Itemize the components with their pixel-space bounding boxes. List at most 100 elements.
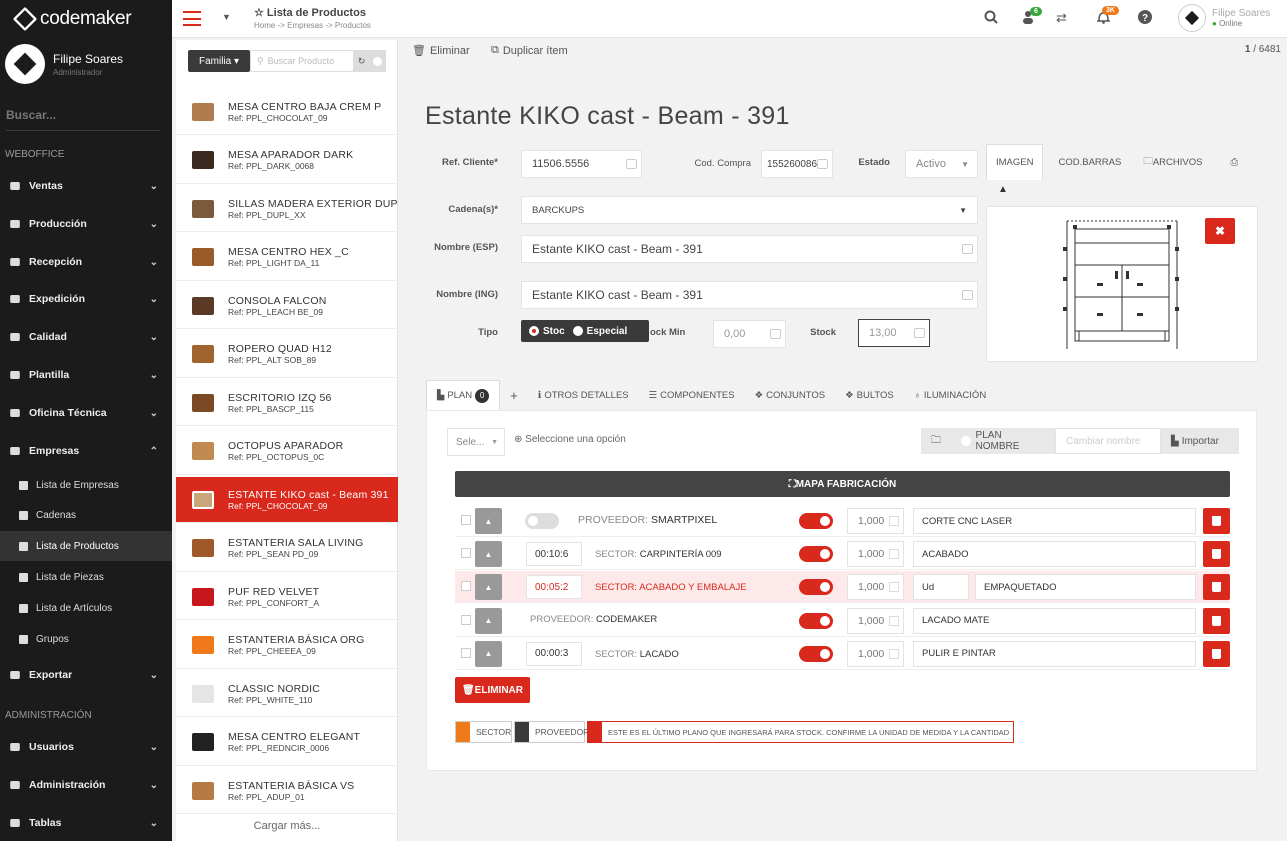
move-up-button[interactable]: ▲ bbox=[475, 541, 502, 568]
list-item[interactable]: ROPERO QUAD H12 Ref: PPL_ALT SOB_89 bbox=[176, 332, 398, 378]
duplicate-item-button[interactable]: ⧉ Duplicar ítem bbox=[491, 44, 568, 57]
importar-button[interactable]: ▙ Importar bbox=[1161, 428, 1239, 454]
list-item[interactable]: ESTANTERIA SALA LIVING Ref: PPL_SEAN PD_0… bbox=[176, 526, 398, 572]
move-up-button[interactable]: ▲ bbox=[475, 508, 502, 534]
list-item[interactable]: OCTOPUS APARADOR Ref: PPL_OCTOPUS_0C bbox=[176, 429, 398, 475]
list-item[interactable]: ESTANTERIA BÁSICA ORG Ref: PPL_CHEEEA_09 bbox=[176, 623, 398, 669]
delete-row-button[interactable] bbox=[1203, 508, 1230, 534]
row-active-toggle[interactable] bbox=[799, 546, 833, 563]
time-field[interactable]: 00:00:3 bbox=[526, 641, 582, 666]
delete-row-button[interactable] bbox=[1203, 574, 1230, 601]
sidebar-item-exportar[interactable]: Exportar ⌄ bbox=[0, 658, 172, 692]
quantity-field[interactable]: 1,000 bbox=[847, 541, 904, 568]
exchange-icon[interactable]: ⇄ bbox=[1056, 10, 1067, 26]
plan-select[interactable]: Sele... ▼ bbox=[447, 428, 505, 456]
list-item[interactable]: CLASSIC NORDIC Ref: PPL_WHITE_110 bbox=[176, 671, 398, 717]
tab-archivos[interactable]: 🗀 ARCHIVOS bbox=[1134, 144, 1211, 180]
sidebar-item-plantilla[interactable]: Plantilla ⌄ bbox=[0, 358, 172, 392]
sidebar-item-calidad[interactable]: Calidad ⌄ bbox=[0, 320, 172, 354]
list-item[interactable]: MESA APARADOR DARK Ref: PPL_DARK_0068 bbox=[176, 138, 398, 184]
delete-row-button[interactable] bbox=[1203, 607, 1230, 634]
estado-select[interactable]: Activo ▼ bbox=[905, 150, 978, 178]
list-item[interactable]: CONSOLA FALCON Ref: PPL_LEACH BE_09 bbox=[176, 283, 398, 329]
cambiar-nombre-input[interactable]: Cambiar nombre bbox=[1055, 428, 1161, 454]
time-field[interactable]: 00:10:6 bbox=[526, 542, 582, 567]
description-field[interactable]: LACADO MATE bbox=[913, 607, 1196, 634]
app-logo[interactable]: codemaker bbox=[0, 0, 172, 38]
quantity-field[interactable]: 1,000 bbox=[847, 640, 904, 667]
list-item[interactable]: ESTANTERIA BÁSICA VS Ref: PPL_ADUP_01 bbox=[176, 768, 398, 814]
quantity-field[interactable]: 1,000 bbox=[847, 508, 904, 534]
quantity-field[interactable]: 1,000 bbox=[847, 607, 904, 634]
list-item[interactable]: MESA CENTRO HEX _C Ref: PPL_LIGHT DA_11 bbox=[176, 235, 398, 281]
description-field[interactable]: ACABADO bbox=[913, 541, 1196, 568]
load-more-link[interactable]: Cargar más... bbox=[176, 820, 398, 832]
row-checkbox[interactable] bbox=[461, 647, 471, 658]
row-active-toggle[interactable] bbox=[799, 513, 833, 529]
eliminar-button[interactable]: 🗑 ELIMINAR bbox=[455, 677, 530, 703]
sidebar-item-recepcion[interactable]: Recepción ⌄ bbox=[0, 245, 172, 279]
row-active-toggle[interactable] bbox=[799, 579, 833, 596]
tab-bultos[interactable]: ❖ BULTOS bbox=[835, 380, 904, 410]
list-item[interactable]: MESA CENTRO BAJA CREM P Ref: PPL_CHOCOLAT… bbox=[176, 89, 398, 135]
row-active-toggle[interactable] bbox=[799, 612, 833, 629]
tab-componentes[interactable]: ☰ COMPONENTES bbox=[639, 380, 745, 410]
tab-cod-barras[interactable]: COD.BARRAS bbox=[1049, 144, 1130, 180]
tab-imagen[interactable]: IMAGEN bbox=[986, 144, 1044, 180]
unit-field[interactable]: Ud bbox=[913, 574, 969, 601]
sidebar-sub-lista-piezas[interactable]: Lista de Piezas bbox=[0, 562, 172, 592]
tab-add[interactable]: + bbox=[500, 380, 528, 410]
topbar-user-menu[interactable]: Filipe Soares ● Online bbox=[1178, 4, 1270, 32]
sidebar-item-produccion[interactable]: Producción ⌄ bbox=[0, 207, 172, 241]
breadcrumb[interactable]: Home -> Empresas -> Productos bbox=[254, 21, 371, 30]
nombre-ing-field[interactable]: Estante KIKO cast - Beam - 391 bbox=[521, 281, 978, 309]
delete-row-button[interactable] bbox=[1203, 541, 1230, 568]
move-up-button[interactable]: ▲ bbox=[475, 607, 502, 634]
cod-compra-field[interactable]: 155260086 bbox=[761, 150, 833, 178]
stock-min-field[interactable]: 0,00 bbox=[713, 320, 786, 348]
list-item[interactable]: ESTANTE KIKO cast - Beam 391 Ref: PPL_CHO… bbox=[176, 477, 398, 523]
cadena-select[interactable]: BARCKUPS ▼ bbox=[521, 196, 978, 224]
provider-toggle[interactable] bbox=[525, 513, 559, 529]
sidebar-sub-lista-empresas[interactable]: Lista de Empresas bbox=[0, 470, 172, 500]
description-field[interactable]: EMPAQUETADO bbox=[975, 574, 1196, 601]
tab-conjuntos[interactable]: ❖ CONJUNTOS bbox=[745, 380, 835, 410]
sidebar-sub-cadenas[interactable]: Cadenas bbox=[0, 500, 172, 530]
sidebar-item-tablas[interactable]: Tablas ⌄ bbox=[0, 806, 172, 840]
row-active-toggle[interactable] bbox=[799, 645, 833, 662]
sidebar-item-usuarios[interactable]: Usuarios ⌄ bbox=[0, 730, 172, 764]
delete-row-button[interactable] bbox=[1203, 640, 1230, 667]
product-search-input[interactable]: ⚲ Buscar Producto bbox=[250, 50, 354, 72]
sidebar-user[interactable]: Filipe Soares Administrador bbox=[5, 44, 123, 84]
help-icon[interactable]: ? bbox=[1138, 10, 1152, 27]
sidebar-item-ventas[interactable]: Ventas ⌄ bbox=[0, 169, 172, 203]
tab-iluminacion[interactable]: ♁ ILUMINACIÓN bbox=[904, 380, 996, 410]
stock-field[interactable]: 13,00 bbox=[858, 319, 930, 347]
print-icon[interactable]: ⎙ bbox=[1221, 144, 1247, 180]
sidebar-sub-lista-productos[interactable]: Lista de Productos bbox=[0, 531, 172, 561]
sidebar-item-empresas[interactable]: Empresas ⌃ bbox=[0, 434, 172, 468]
sidebar-item-administracion[interactable]: Administración ⌄ bbox=[0, 768, 172, 802]
search-icon[interactable] bbox=[984, 10, 998, 27]
move-up-button[interactable]: ▲ bbox=[475, 574, 502, 601]
folder-icon[interactable]: 🗀 bbox=[921, 428, 951, 454]
delete-item-button[interactable]: 🗑 Eliminar bbox=[412, 44, 470, 58]
list-item[interactable]: SILLAS MADERA EXTERIOR DUP Ref: PPL_DUPL_… bbox=[176, 186, 398, 232]
sidebar-sub-lista-articulos[interactable]: Lista de Artículos bbox=[0, 593, 172, 623]
row-checkbox[interactable] bbox=[461, 515, 471, 525]
tipo-stock-radio[interactable] bbox=[529, 326, 539, 336]
sidebar-sub-grupos[interactable]: Grupos bbox=[0, 624, 172, 654]
nombre-esp-field[interactable]: Estante KIKO cast - Beam - 391 bbox=[521, 235, 978, 263]
move-up-button[interactable]: ▲ bbox=[475, 640, 502, 667]
list-item[interactable]: PUF RED VELVET Ref: PPL_CONFORT_A bbox=[176, 574, 398, 620]
hamburger-menu-icon[interactable] bbox=[183, 11, 201, 26]
tipo-especial-radio[interactable] bbox=[572, 326, 583, 336]
row-checkbox[interactable] bbox=[461, 548, 471, 559]
sidebar-item-oficina-tecnica[interactable]: Oficina Técnica ⌄ bbox=[0, 396, 172, 430]
filter-toggle[interactable]: ↻ bbox=[354, 50, 386, 72]
plan-nombre-toggle[interactable]: PLAN NOMBRE bbox=[951, 428, 1055, 454]
list-item[interactable]: ESCRITORIO IZQ 56 Ref: PPL_BASCP_115 bbox=[176, 380, 398, 426]
description-field[interactable]: CORTE CNC LASER bbox=[913, 508, 1196, 534]
row-checkbox[interactable] bbox=[461, 614, 471, 625]
row-checkbox[interactable] bbox=[461, 581, 471, 592]
